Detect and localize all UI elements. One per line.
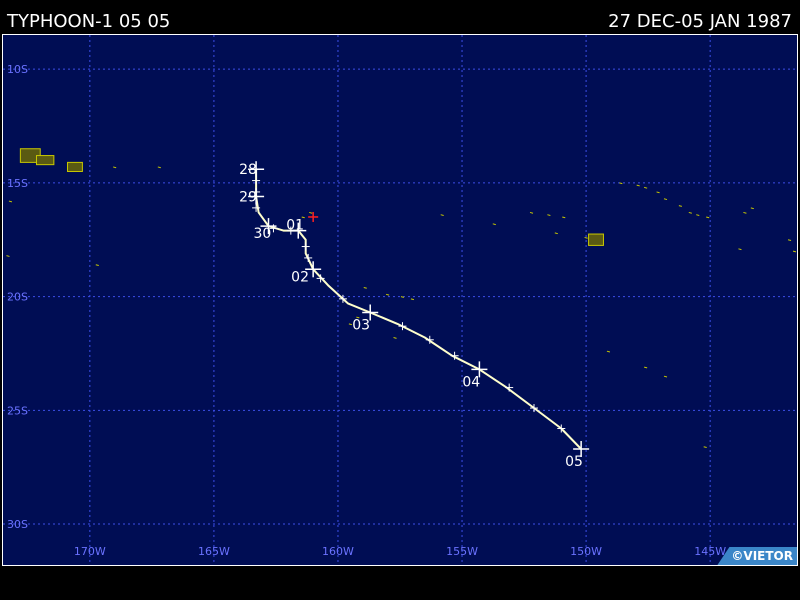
six-hour-marker — [301, 242, 310, 251]
islet — [696, 214, 700, 216]
islet — [706, 216, 710, 219]
day-label: 05 — [565, 454, 583, 470]
islet — [703, 446, 707, 448]
islet — [636, 184, 640, 187]
islet — [738, 248, 742, 251]
islet — [562, 216, 566, 219]
islet — [750, 207, 754, 210]
islet — [363, 287, 367, 289]
six-hour-marker — [398, 322, 407, 331]
islet — [113, 166, 117, 169]
date-range: 27 DEC-05 JAN 1987 — [608, 11, 792, 32]
credit-badge: ©VIETOR — [717, 547, 797, 565]
day-label: 28 — [239, 162, 257, 178]
islet — [554, 232, 558, 235]
longitude-label: 165W — [198, 545, 230, 558]
latitude-label: 30S — [7, 518, 28, 531]
islet — [492, 223, 496, 226]
islet — [606, 350, 611, 353]
islet — [644, 366, 648, 369]
six-hour-marker — [304, 253, 313, 262]
islet — [792, 250, 797, 253]
islet — [410, 298, 415, 301]
longitude-label: 145W — [694, 545, 726, 558]
day-label: 01 — [286, 218, 304, 234]
islet — [584, 236, 588, 239]
islet — [309, 211, 313, 214]
day-label: 04 — [462, 374, 480, 390]
islet — [644, 186, 648, 189]
islet — [743, 211, 747, 214]
latitude-label: 15S — [7, 177, 28, 190]
longitude-label: 170W — [74, 545, 106, 558]
track-line — [255, 169, 582, 450]
day-label: 03 — [352, 318, 370, 334]
islet — [787, 239, 792, 242]
islet — [8, 200, 13, 203]
storm-title: TYPHOON-1 05 05 — [7, 11, 171, 32]
islet — [6, 255, 10, 257]
island — [35, 155, 55, 166]
longitude-label: 155W — [446, 545, 478, 558]
longitude-label: 160W — [322, 545, 354, 558]
islet — [393, 337, 397, 339]
islet — [529, 211, 534, 214]
longitude-label: 150W — [570, 545, 602, 558]
map-canvas: 10S 15S 20S 25S 30S 170W 165W 160W 155W 150W 145W 2… — [3, 35, 797, 565]
landmasses — [6, 148, 797, 448]
island — [588, 233, 604, 246]
islet — [385, 293, 390, 296]
screen: TYPHOON-1 05 05 27 DEC-05 JAN 1987 10S 15… — [0, 0, 800, 600]
day-label: 29 — [239, 190, 257, 206]
islet — [656, 191, 660, 194]
island — [67, 161, 83, 172]
storm-track — [248, 161, 590, 457]
islet — [678, 205, 683, 207]
islet — [688, 211, 692, 214]
islet — [663, 375, 668, 378]
day-label: 02 — [291, 269, 309, 285]
latitude-label: 25S — [7, 404, 28, 417]
day-label: 30 — [253, 226, 271, 242]
latitude-label: 10S — [7, 63, 28, 76]
graticule — [3, 35, 797, 565]
islet — [547, 214, 551, 216]
current-position-marker — [308, 211, 319, 222]
islet — [95, 264, 99, 267]
islet — [440, 214, 444, 216]
islet — [663, 198, 668, 201]
islet — [157, 166, 161, 169]
track-map: 10S 15S 20S 25S 30S 170W 165W 160W 155W 150W 145W 2… — [2, 34, 798, 566]
latitude-label: 20S — [7, 291, 28, 304]
islet — [619, 182, 623, 185]
